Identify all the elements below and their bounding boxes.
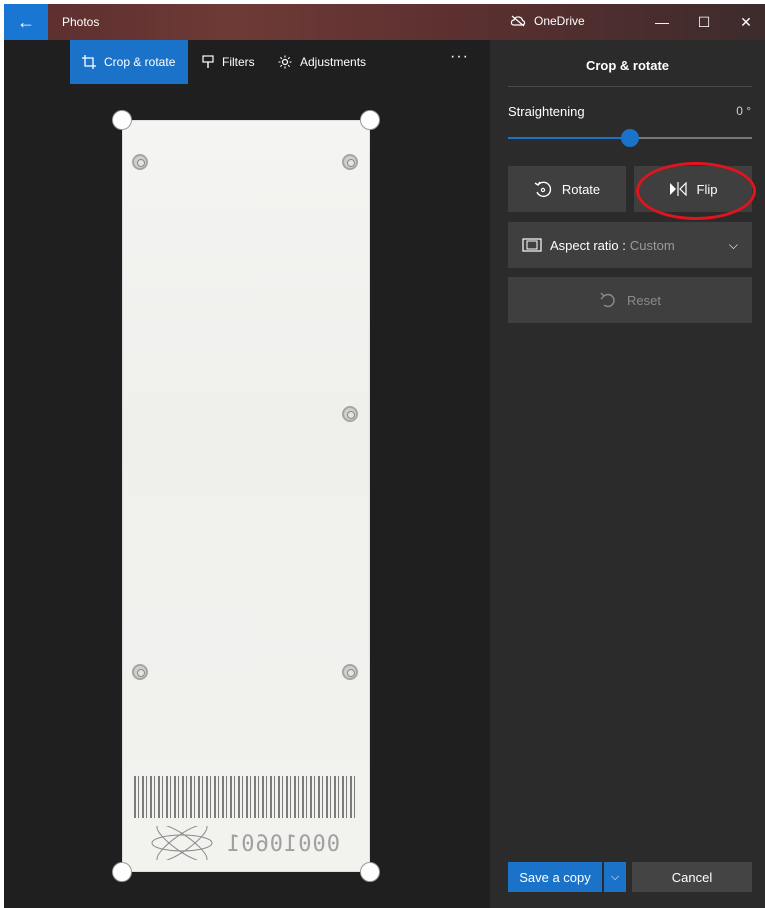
undo-icon xyxy=(600,292,615,308)
crop-frame[interactable] xyxy=(122,120,370,872)
save-a-copy-label: Save a copy xyxy=(519,869,591,885)
chevron-down-icon: ⌵ xyxy=(610,870,620,883)
brush-icon xyxy=(202,55,214,68)
onedrive-indicator[interactable]: OneDrive xyxy=(510,14,585,28)
crop-handle-bottom-right[interactable] xyxy=(360,862,380,882)
panel-title: Crop & rotate xyxy=(585,58,670,73)
cloud-off-icon xyxy=(510,15,526,27)
app-title: Photos xyxy=(62,15,100,29)
rotate-label: Rotate xyxy=(561,181,601,197)
straightening-slider[interactable] xyxy=(508,129,752,147)
slider-thumb[interactable] xyxy=(621,129,639,147)
reset-label: Reset xyxy=(627,292,661,308)
tab-filters-label: Filters xyxy=(222,55,255,69)
aspect-ratio-label: Aspect ratio : xyxy=(550,237,626,253)
aspect-ratio-value: Custom xyxy=(629,237,675,253)
cancel-button[interactable]: Cancel xyxy=(632,862,752,892)
crop-icon xyxy=(82,55,96,69)
crop-handle-top-left[interactable] xyxy=(112,110,132,130)
minimize-icon: — xyxy=(655,14,669,30)
back-button[interactable]: ← xyxy=(4,4,48,40)
minimize-button[interactable]: — xyxy=(642,4,682,40)
sun-icon xyxy=(278,55,292,69)
slider-fill xyxy=(508,137,630,139)
maximize-button[interactable]: ☐ xyxy=(684,4,724,40)
close-icon: ✕ xyxy=(740,13,752,30)
crop-handle-top-right[interactable] xyxy=(360,110,380,130)
tab-filters[interactable]: Filters xyxy=(190,40,267,84)
rotate-icon xyxy=(534,181,552,198)
save-options-button[interactable]: ⌵ xyxy=(604,862,626,892)
aspect-ratio-dropdown[interactable]: Aspect ratio : Custom ⌵ xyxy=(508,222,752,268)
straightening-label: Straightening xyxy=(508,104,585,119)
tab-adjustments-label: Adjustments xyxy=(300,55,367,69)
chevron-down-icon: ⌵ xyxy=(728,237,738,252)
title-bar: ← Photos OneDrive — ☐ ✕ xyxy=(4,4,765,40)
flip-highlight-ring xyxy=(636,162,756,220)
edit-toolbar: Crop & rotate Filters Adjustments ··· xyxy=(4,40,490,84)
reset-button[interactable]: Reset xyxy=(508,277,752,323)
tab-crop-rotate-label: Crop & rotate xyxy=(104,55,176,69)
canvas-area: Crop & rotate Filters Adjustments ··· 00… xyxy=(4,40,490,908)
maximize-icon: ☐ xyxy=(697,13,711,30)
straightening-value: 0 ° xyxy=(736,104,751,118)
panel-divider xyxy=(508,86,752,87)
tab-crop-rotate[interactable]: Crop & rotate xyxy=(70,40,188,84)
crop-handle-bottom-left[interactable] xyxy=(112,862,132,882)
tab-adjustments[interactable]: Adjustments xyxy=(266,40,378,84)
cancel-label: Cancel xyxy=(671,869,713,885)
close-button[interactable]: ✕ xyxy=(726,4,765,40)
rotate-button[interactable]: Rotate xyxy=(508,166,626,212)
arrow-left-icon: ← xyxy=(17,11,35,32)
onedrive-label: OneDrive xyxy=(534,14,585,28)
aspect-ratio-icon xyxy=(522,238,542,252)
photos-window: ← Photos OneDrive — ☐ ✕ Crop & rotate Fi… xyxy=(4,4,765,908)
save-a-copy-button[interactable]: Save a copy xyxy=(508,862,602,892)
more-options-button[interactable]: ··· xyxy=(450,48,469,66)
